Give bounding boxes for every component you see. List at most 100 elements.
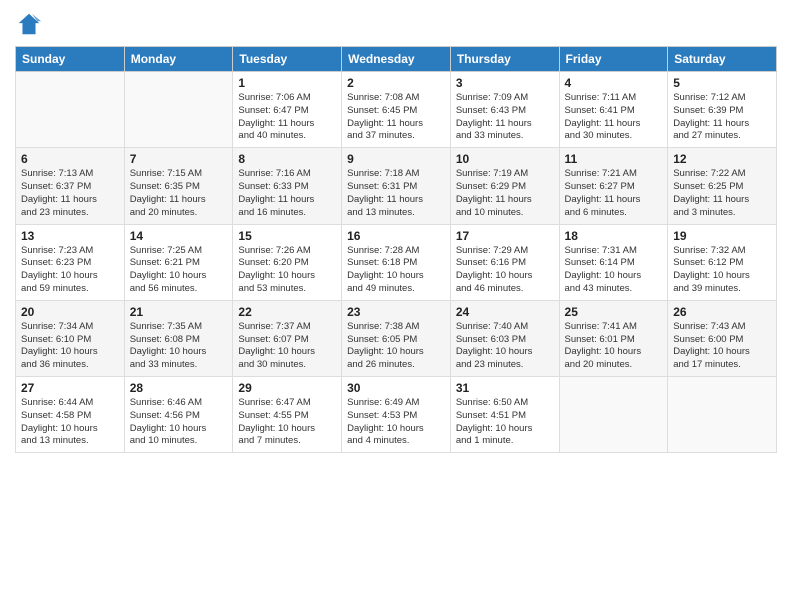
calendar-cell: 15 Sunrise: 7:26 AM Sunset: 6:20 PM Dayli… [233,224,342,300]
day-number: 12 [673,152,771,166]
calendar-cell: 7 Sunrise: 7:15 AM Sunset: 6:35 PM Daylig… [124,148,233,224]
day-number: 23 [347,305,445,319]
day-info: Sunrise: 6:49 AM Sunset: 4:53 PM Dayligh… [347,397,445,448]
calendar-cell: 22Sunrise: 7:37 AM Sunset: 6:07 PM Dayli… [233,300,342,376]
week-row-2: 6Sunrise: 7:13 AM Sunset: 6:37 PM Daylig… [16,148,777,224]
day-number: 21 [130,305,228,319]
calendar-cell: 28 Sunrise: 6:46 AM Sunset: 4:56 PM Dayli… [124,377,233,453]
calendar-cell: 4 Sunrise: 7:11 AM Sunset: 6:41 PM Daylig… [559,72,668,148]
calendar-cell: 11 Sunrise: 7:21 AM Sunset: 6:27 PM Dayli… [559,148,668,224]
calendar-cell: 14 Sunrise: 7:25 AM Sunset: 6:21 PM Dayli… [124,224,233,300]
day-info: Sunrise: 7:11 AM Sunset: 6:41 PM Dayligh… [565,92,663,143]
day-number: 25 [565,305,663,319]
day-info: Sunrise: 7:22 AM Sunset: 6:25 PM Dayligh… [673,168,771,219]
day-number: 3 [456,76,554,90]
calendar-cell [559,377,668,453]
day-number: 10 [456,152,554,166]
day-number: 24 [456,305,554,319]
logo-icon [15,10,43,38]
day-number: 28 [130,381,228,395]
calendar-cell: 19 Sunrise: 7:32 AM Sunset: 6:12 PM Dayli… [668,224,777,300]
day-number: 27 [21,381,119,395]
week-row-4: 20 Sunrise: 7:34 AM Sunset: 6:10 PM Dayli… [16,300,777,376]
day-info: Sunrise: 7:26 AM Sunset: 6:20 PM Dayligh… [238,245,336,296]
day-number: 8 [238,152,336,166]
calendar-cell: 2Sunrise: 7:08 AM Sunset: 6:45 PM Daylig… [342,72,451,148]
weekday-header-friday: Friday [559,47,668,72]
day-info: Sunrise: 7:21 AM Sunset: 6:27 PM Dayligh… [565,168,663,219]
day-info: Sunrise: 7:23 AM Sunset: 6:23 PM Dayligh… [21,245,119,296]
calendar-cell: 25 Sunrise: 7:41 AM Sunset: 6:01 PM Dayli… [559,300,668,376]
logo [15,10,43,38]
calendar-cell: 16Sunrise: 7:28 AM Sunset: 6:18 PM Dayli… [342,224,451,300]
calendar-cell: 29Sunrise: 6:47 AM Sunset: 4:55 PM Dayli… [233,377,342,453]
calendar-cell: 12 Sunrise: 7:22 AM Sunset: 6:25 PM Dayli… [668,148,777,224]
weekday-header-wednesday: Wednesday [342,47,451,72]
day-number: 14 [130,229,228,243]
day-number: 19 [673,229,771,243]
day-info: Sunrise: 7:43 AM Sunset: 6:00 PM Dayligh… [673,321,771,372]
calendar-cell: 31 Sunrise: 6:50 AM Sunset: 4:51 PM Dayli… [450,377,559,453]
weekday-header-sunday: Sunday [16,47,125,72]
calendar-cell: 5 Sunrise: 7:12 AM Sunset: 6:39 PM Daylig… [668,72,777,148]
day-info: Sunrise: 7:08 AM Sunset: 6:45 PM Dayligh… [347,92,445,143]
day-info: Sunrise: 6:50 AM Sunset: 4:51 PM Dayligh… [456,397,554,448]
calendar-cell: 30 Sunrise: 6:49 AM Sunset: 4:53 PM Dayli… [342,377,451,453]
day-info: Sunrise: 6:46 AM Sunset: 4:56 PM Dayligh… [130,397,228,448]
day-info: Sunrise: 7:40 AM Sunset: 6:03 PM Dayligh… [456,321,554,372]
calendar-cell: 26 Sunrise: 7:43 AM Sunset: 6:00 PM Dayli… [668,300,777,376]
calendar-table: SundayMondayTuesdayWednesdayThursdayFrid… [15,46,777,453]
weekday-header-saturday: Saturday [668,47,777,72]
week-row-3: 13 Sunrise: 7:23 AM Sunset: 6:23 PM Dayli… [16,224,777,300]
day-number: 20 [21,305,119,319]
day-info: Sunrise: 7:32 AM Sunset: 6:12 PM Dayligh… [673,245,771,296]
day-info: Sunrise: 7:19 AM Sunset: 6:29 PM Dayligh… [456,168,554,219]
day-number: 26 [673,305,771,319]
day-info: Sunrise: 7:06 AM Sunset: 6:47 PM Dayligh… [238,92,336,143]
day-info: Sunrise: 7:15 AM Sunset: 6:35 PM Dayligh… [130,168,228,219]
day-info: Sunrise: 7:09 AM Sunset: 6:43 PM Dayligh… [456,92,554,143]
day-number: 29 [238,381,336,395]
header [15,10,777,38]
calendar-cell: 9Sunrise: 7:18 AM Sunset: 6:31 PM Daylig… [342,148,451,224]
calendar-cell: 18Sunrise: 7:31 AM Sunset: 6:14 PM Dayli… [559,224,668,300]
day-info: Sunrise: 7:31 AM Sunset: 6:14 PM Dayligh… [565,245,663,296]
day-number: 13 [21,229,119,243]
calendar-cell: 20 Sunrise: 7:34 AM Sunset: 6:10 PM Dayli… [16,300,125,376]
weekday-header-monday: Monday [124,47,233,72]
weekday-header-row: SundayMondayTuesdayWednesdayThursdayFrid… [16,47,777,72]
calendar-cell: 24 Sunrise: 7:40 AM Sunset: 6:03 PM Dayli… [450,300,559,376]
calendar-cell: 27 Sunrise: 6:44 AM Sunset: 4:58 PM Dayli… [16,377,125,453]
weekday-header-tuesday: Tuesday [233,47,342,72]
day-info: Sunrise: 7:12 AM Sunset: 6:39 PM Dayligh… [673,92,771,143]
day-info: Sunrise: 7:37 AM Sunset: 6:07 PM Dayligh… [238,321,336,372]
calendar-cell: 23Sunrise: 7:38 AM Sunset: 6:05 PM Dayli… [342,300,451,376]
calendar-cell: 3 Sunrise: 7:09 AM Sunset: 6:43 PM Daylig… [450,72,559,148]
day-info: Sunrise: 6:44 AM Sunset: 4:58 PM Dayligh… [21,397,119,448]
calendar-cell [16,72,125,148]
day-info: Sunrise: 7:35 AM Sunset: 6:08 PM Dayligh… [130,321,228,372]
day-info: Sunrise: 7:34 AM Sunset: 6:10 PM Dayligh… [21,321,119,372]
week-row-1: 1Sunrise: 7:06 AM Sunset: 6:47 PM Daylig… [16,72,777,148]
day-info: Sunrise: 7:29 AM Sunset: 6:16 PM Dayligh… [456,245,554,296]
calendar-cell: 17Sunrise: 7:29 AM Sunset: 6:16 PM Dayli… [450,224,559,300]
day-number: 9 [347,152,445,166]
day-info: Sunrise: 7:25 AM Sunset: 6:21 PM Dayligh… [130,245,228,296]
weekday-header-thursday: Thursday [450,47,559,72]
day-number: 30 [347,381,445,395]
day-number: 11 [565,152,663,166]
calendar-cell [668,377,777,453]
day-number: 5 [673,76,771,90]
page: SundayMondayTuesdayWednesdayThursdayFrid… [0,0,792,612]
calendar-cell: 13 Sunrise: 7:23 AM Sunset: 6:23 PM Dayli… [16,224,125,300]
calendar-cell: 10 Sunrise: 7:19 AM Sunset: 6:29 PM Dayli… [450,148,559,224]
day-info: Sunrise: 7:16 AM Sunset: 6:33 PM Dayligh… [238,168,336,219]
day-number: 31 [456,381,554,395]
day-number: 7 [130,152,228,166]
day-number: 15 [238,229,336,243]
day-info: Sunrise: 7:41 AM Sunset: 6:01 PM Dayligh… [565,321,663,372]
calendar-cell: 6Sunrise: 7:13 AM Sunset: 6:37 PM Daylig… [16,148,125,224]
calendar-cell: 8 Sunrise: 7:16 AM Sunset: 6:33 PM Daylig… [233,148,342,224]
calendar-cell: 1Sunrise: 7:06 AM Sunset: 6:47 PM Daylig… [233,72,342,148]
day-number: 4 [565,76,663,90]
